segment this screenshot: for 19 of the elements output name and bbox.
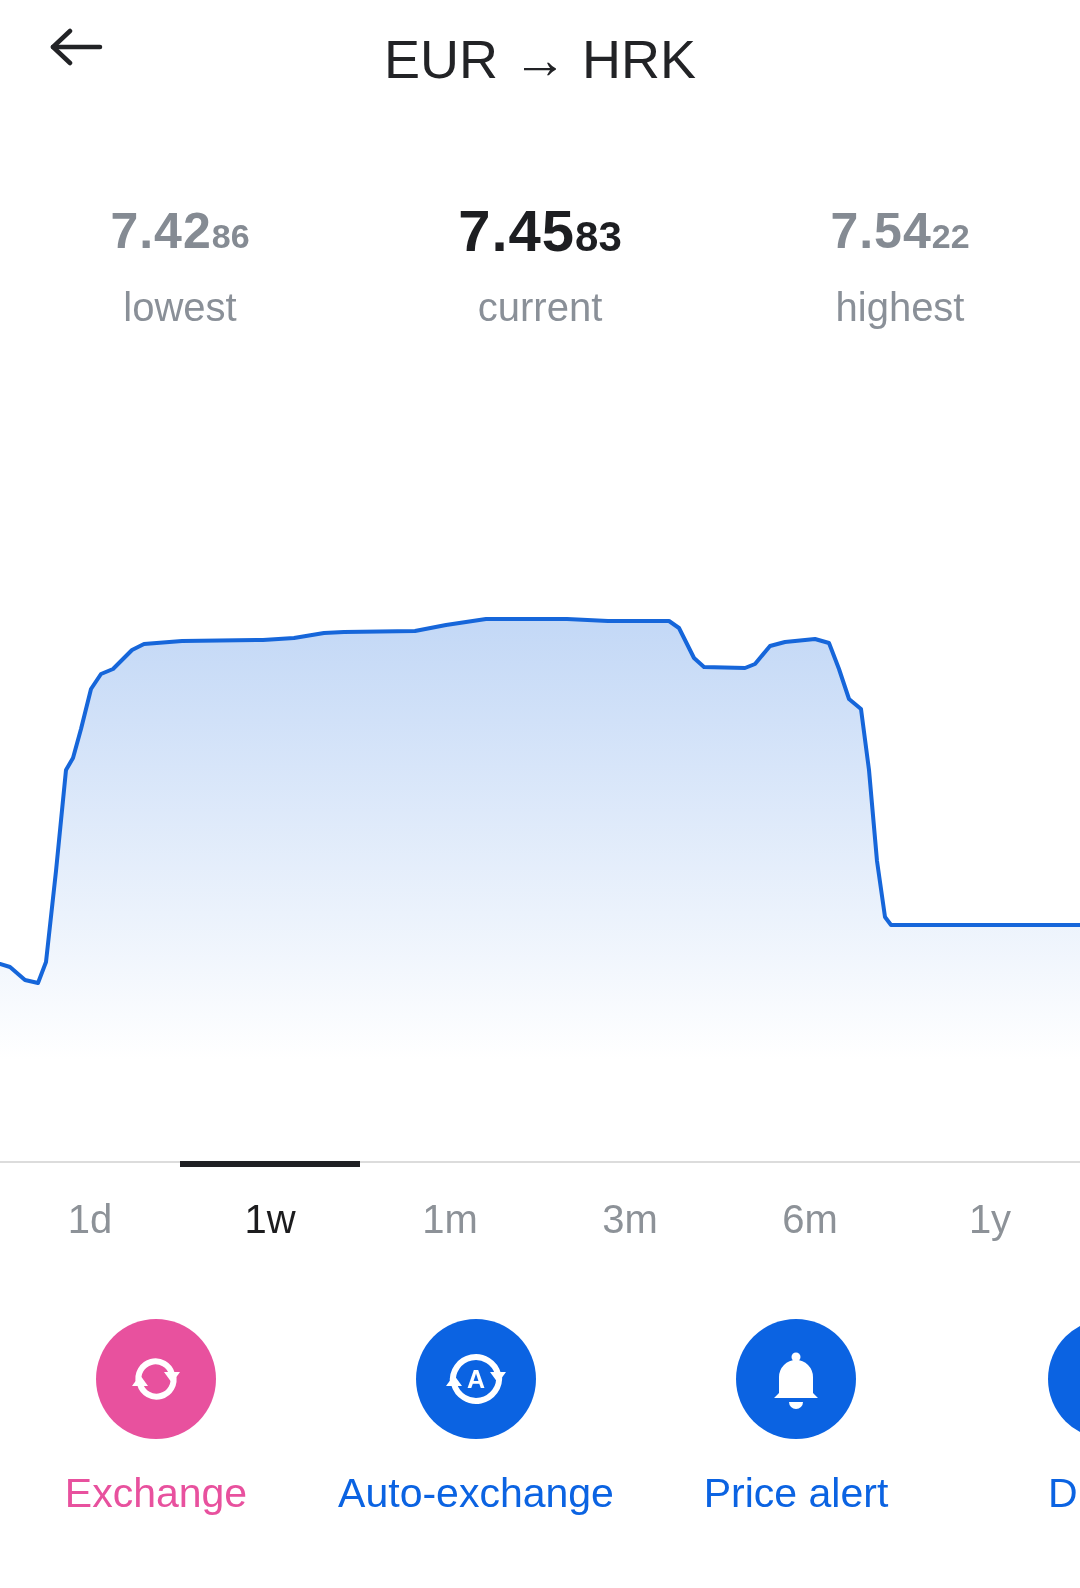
period-tab[interactable]: 6m xyxy=(720,1161,900,1271)
rate-value: 7.4286 xyxy=(110,202,250,261)
action-button[interactable]: D xyxy=(960,1319,1080,1517)
rate-value: 7.5422 xyxy=(830,202,970,261)
rate-value: 7.4583 xyxy=(458,198,622,264)
action-button[interactable]: Price alert xyxy=(640,1319,952,1517)
action-button[interactable]: Exchange xyxy=(0,1319,312,1517)
period-tab[interactable]: 1y xyxy=(900,1161,1080,1271)
period-tab[interactable]: 3m xyxy=(540,1161,720,1271)
period-tab[interactable]: 1m xyxy=(360,1161,540,1271)
back-button[interactable] xyxy=(49,28,103,66)
pair-title: EUR → HRK xyxy=(384,28,696,91)
rate-label: current xyxy=(477,284,603,331)
action-button[interactable]: A Auto-exchange xyxy=(320,1319,632,1517)
circular-arrows-letter-icon: A xyxy=(416,1319,536,1439)
period-tab[interactable]: 1d xyxy=(0,1161,180,1271)
rate-label: lowest xyxy=(123,284,237,331)
rate-label: highest xyxy=(835,284,965,331)
period-tab[interactable]: 1w xyxy=(180,1161,360,1271)
